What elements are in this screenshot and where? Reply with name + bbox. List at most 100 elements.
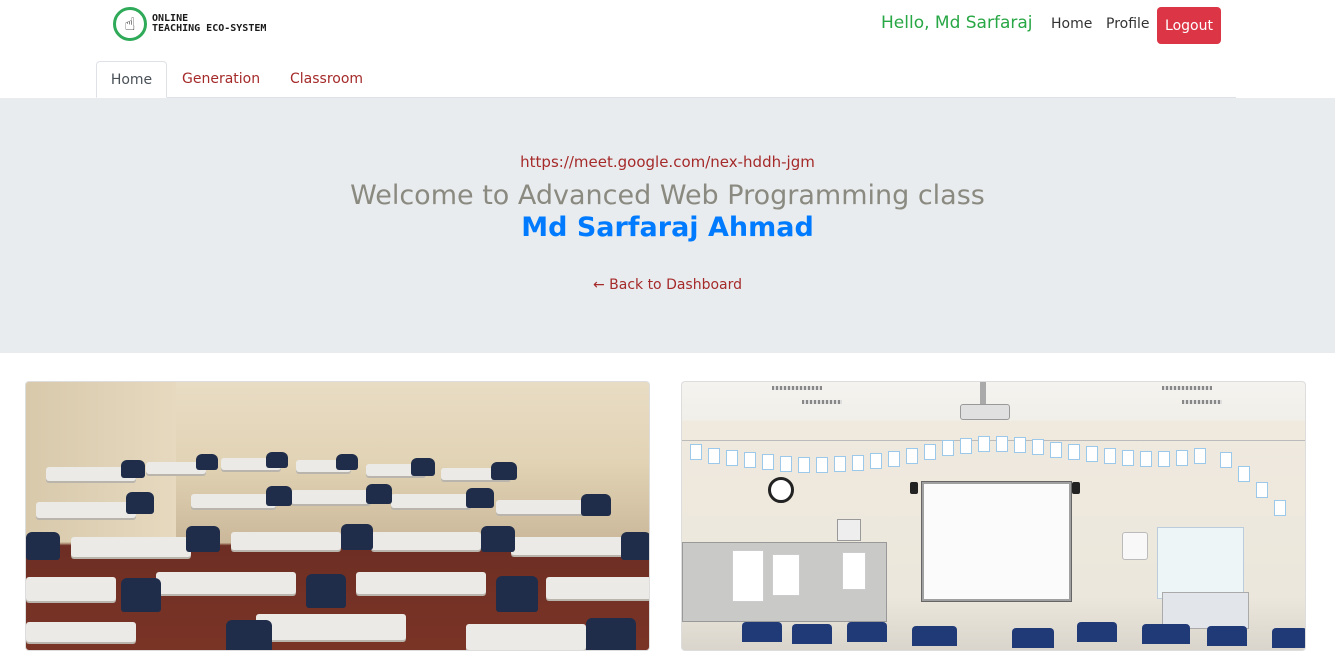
chair [266,486,292,506]
poster [732,550,764,602]
chair [196,454,218,470]
navbar: ☝ ONLINE TEACHING ECO-SYSTEM Hello, Md S… [0,0,1335,60]
desk [496,500,586,514]
desk [26,622,136,642]
chair [1142,624,1190,644]
chair [466,488,494,508]
desk [26,577,116,601]
dispenser [1122,532,1148,560]
desk [71,537,191,557]
chair [1012,628,1054,648]
alphabet-card [1274,500,1286,516]
desk [256,614,406,640]
chair [336,454,358,470]
tab-generation[interactable]: Generation [182,61,260,98]
chair [1077,622,1117,642]
chair [586,618,636,650]
box [837,519,861,541]
logout-button[interactable]: Logout [1157,7,1221,44]
welcome-heading: Welcome to Advanced Web Programming clas… [350,180,985,211]
projector [960,404,1010,420]
desk [546,577,649,599]
desk [36,502,136,518]
desk [371,532,481,550]
chair [581,494,611,516]
alphabet-card [996,436,1008,452]
nav-profile-link[interactable]: Profile [1106,16,1150,32]
alphabet-card [1238,466,1250,482]
chair [912,626,957,646]
alphabet-card [906,448,918,464]
alphabet-card [708,448,720,464]
alphabet-card [870,453,882,469]
desk [291,490,371,504]
alphabet-card [726,450,738,466]
alphabet-card [816,457,828,473]
user-greeting: Hello, Md Sarfaraj [881,13,1033,33]
chair [792,624,832,644]
chair [411,458,435,476]
desk [511,537,631,555]
logo-line-2: TEACHING ECO-SYSTEM [152,23,267,34]
ceiling-light [802,400,842,404]
alphabet-card [1032,439,1044,455]
chair [1272,628,1305,648]
meet-link[interactable]: https://meet.google.com/nex-hddh-jgm [0,153,1335,171]
alphabet-card [1220,452,1232,468]
alphabet-card [1086,446,1098,462]
glass-partition [1157,527,1244,599]
alphabet-card [852,455,864,471]
chair [1207,626,1247,646]
wall-clock-icon [768,477,794,503]
alphabet-card [690,444,702,460]
alphabet-card [960,438,972,454]
alphabet-card [942,440,954,456]
poster [842,552,866,590]
alphabet-card [1050,442,1062,458]
speaker [1072,482,1080,494]
whiteboard [922,482,1071,601]
alphabet-card [1122,450,1134,466]
alphabet-card [762,454,774,470]
chair [226,620,272,650]
chair [847,622,887,642]
speaker [910,482,918,494]
ceiling-light [1182,400,1222,404]
projector-mount [980,382,986,404]
tab-home[interactable]: Home [96,61,167,98]
tab-classroom[interactable]: Classroom [290,61,363,98]
desk [191,494,276,508]
desk [466,624,586,650]
chair [742,622,782,642]
ceiling-light [1162,386,1212,390]
chair [186,526,220,552]
back-to-dashboard-link[interactable]: ← Back to Dashboard [0,277,1335,293]
alphabet-card [888,451,900,467]
poster [772,554,800,596]
nav-home-link[interactable]: Home [1051,16,1092,32]
alphabet-card [978,436,990,452]
chair [341,524,373,550]
site-logo[interactable]: ☝ ONLINE TEACHING ECO-SYSTEM [113,7,266,41]
desk [391,494,471,508]
class-jumbotron: https://meet.google.com/nex-hddh-jgm Wel… [0,98,1335,353]
chair [496,576,538,612]
chair [121,578,161,612]
alphabet-card [1158,451,1170,467]
desk [156,572,296,594]
chair [621,532,649,560]
alphabet-card [798,457,810,473]
chair [306,574,346,608]
chair [481,526,515,552]
chair [266,452,288,468]
alphabet-card [744,452,756,468]
class-tabs: Home Generation Classroom [96,61,1236,98]
logo-text: ONLINE TEACHING ECO-SYSTEM [152,14,266,34]
classroom-image-whiteboard [681,381,1306,651]
alphabet-card [1014,437,1026,453]
alphabet-card [1068,444,1080,460]
desk [356,572,486,594]
alphabet-card [834,456,846,472]
flag-string [682,440,1305,441]
alphabet-card [1194,448,1206,464]
